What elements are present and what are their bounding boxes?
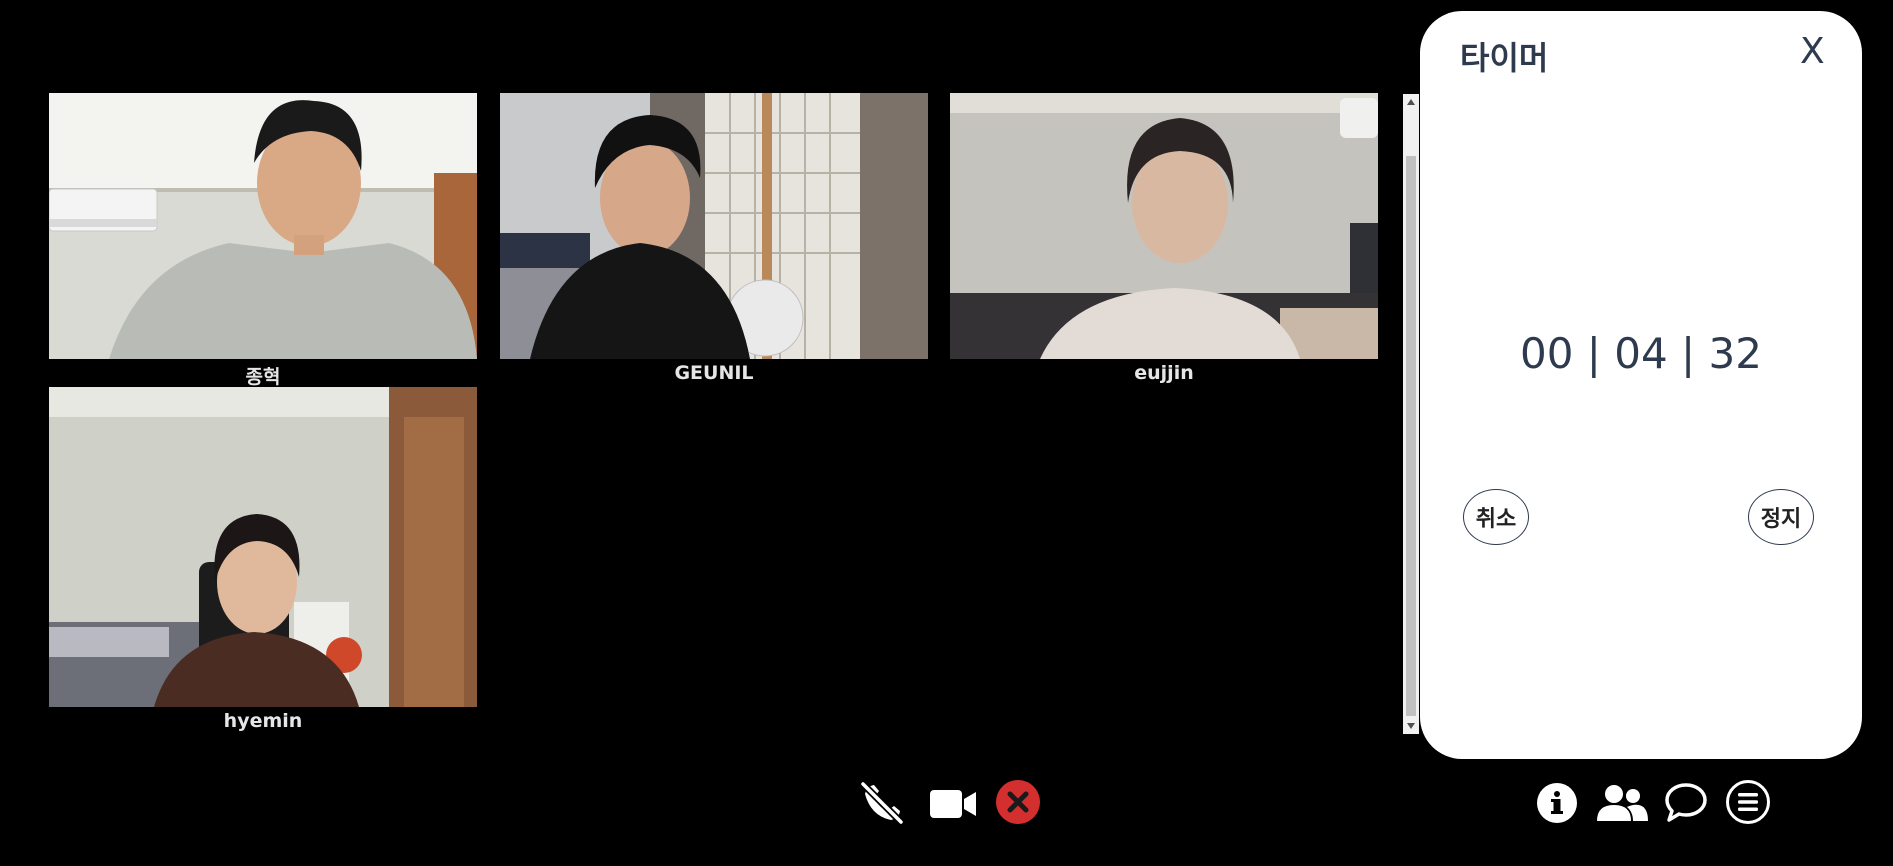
- scroll-down-arrow-icon[interactable]: [1407, 723, 1415, 729]
- video-tile-participant-2[interactable]: [500, 93, 928, 359]
- timer-cancel-button[interactable]: 취소: [1463, 489, 1529, 545]
- mic-muted-icon: [859, 780, 905, 826]
- participant-video-feed: [49, 387, 477, 707]
- participant-name: hyemin: [223, 710, 303, 732]
- participant-video-feed: [49, 93, 477, 359]
- participants-icon: [1597, 785, 1648, 821]
- timer-title: 타이머: [1460, 39, 1549, 77]
- timer-countdown: 00 | 04 | 32: [1519, 329, 1763, 378]
- video-grid-scrollbar[interactable]: [1403, 94, 1419, 734]
- chat-icon: [1665, 783, 1707, 822]
- mute-microphone-button[interactable]: [857, 778, 907, 828]
- timer-stop-button[interactable]: 정지: [1748, 489, 1814, 545]
- video-call-screen: 종혁 GEUNIL eujjin hyemin 타이머 X 00 | 04 | …: [0, 0, 1893, 866]
- menu-icon: [1726, 780, 1770, 824]
- chat-button[interactable]: [1664, 781, 1708, 823]
- info-icon: [1537, 783, 1577, 823]
- participants-button[interactable]: [1595, 783, 1649, 823]
- participant-name: 종혁: [245, 366, 281, 388]
- participant-name: GEUNIL: [674, 362, 754, 384]
- menu-button[interactable]: [1725, 779, 1771, 825]
- toggle-camera-button[interactable]: [928, 782, 978, 826]
- info-button[interactable]: [1536, 782, 1578, 824]
- leave-call-button[interactable]: [995, 779, 1041, 825]
- scrollbar-thumb[interactable]: [1406, 156, 1416, 716]
- video-tile-participant-1[interactable]: [49, 93, 477, 359]
- scroll-up-arrow-icon[interactable]: [1407, 99, 1415, 105]
- timer-panel: 타이머 X 00 | 04 | 32 취소 정지: [1420, 11, 1862, 759]
- participant-name: eujjin: [1134, 362, 1194, 384]
- camera-icon: [930, 790, 976, 818]
- participant-video-feed: [500, 93, 928, 359]
- close-timer-button[interactable]: X: [1800, 31, 1825, 72]
- video-tile-participant-3[interactable]: [950, 93, 1378, 359]
- leave-call-icon: [996, 780, 1040, 824]
- participant-video-feed: [950, 93, 1378, 359]
- video-tile-participant-4[interactable]: [49, 387, 477, 707]
